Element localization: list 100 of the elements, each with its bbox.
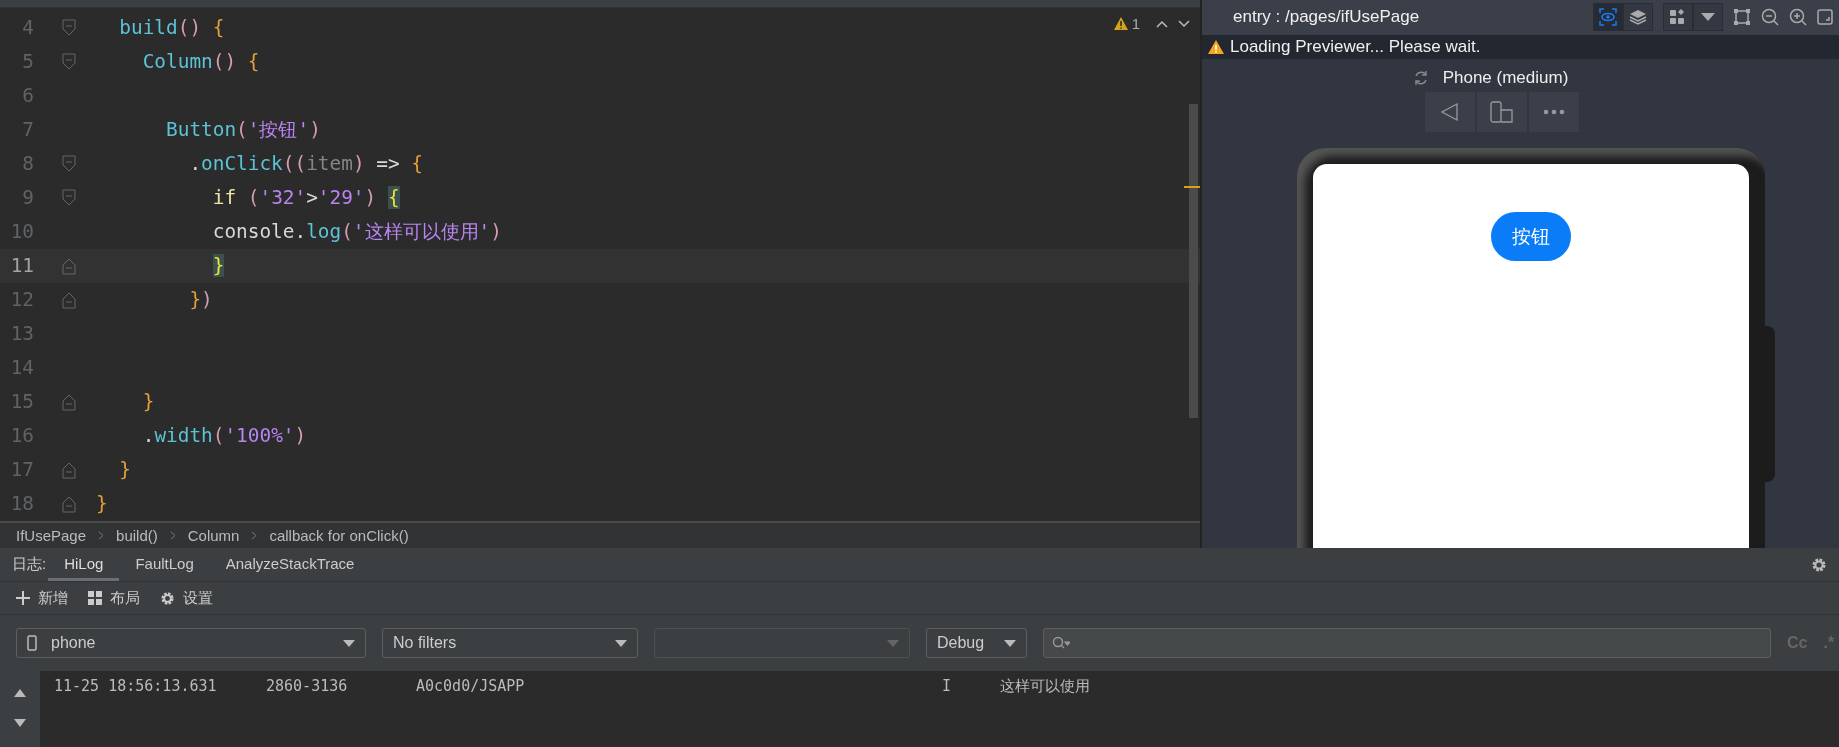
warning-icon xyxy=(1113,17,1128,30)
code-line: } xyxy=(96,492,108,516)
fold-icon[interactable] xyxy=(62,256,76,275)
inspector-button[interactable] xyxy=(1593,3,1623,32)
line-number: 4 xyxy=(21,16,34,40)
chevron-down-icon[interactable] xyxy=(1178,19,1190,28)
dropdown-button[interactable] xyxy=(1693,3,1723,32)
warning-message: Loading Previewer... Please wait. xyxy=(1230,36,1481,57)
code-line: if ('32'>'29') { xyxy=(211,186,400,210)
frame-icon[interactable] xyxy=(1733,8,1751,27)
devices-icon xyxy=(1489,101,1514,123)
layers-icon xyxy=(1629,8,1647,27)
fold-icon[interactable] xyxy=(62,494,76,513)
rotate-icon[interactable] xyxy=(1412,70,1429,87)
line-number: 10 xyxy=(9,220,34,244)
code-line: Button('按钮') xyxy=(165,117,321,144)
fit-screen-icon[interactable] xyxy=(1817,8,1833,27)
filter-dropdown[interactable]: No filters xyxy=(382,628,638,658)
code-line: } xyxy=(118,458,132,482)
fold-icon[interactable] xyxy=(62,460,76,479)
line-number: 9 xyxy=(21,186,34,210)
toolbar-button[interactable]: 新增 xyxy=(16,588,68,608)
caret-icon xyxy=(343,639,355,647)
warning-icon xyxy=(1208,39,1224,54)
caret-icon xyxy=(615,639,627,647)
settings-icon[interactable] xyxy=(1811,556,1827,573)
log-pid: 2860-3136 xyxy=(266,677,349,696)
settings-icon xyxy=(160,590,175,606)
line-number: 6 xyxy=(21,84,34,108)
toolbar-button[interactable]: 设置 xyxy=(160,588,213,608)
log-tab[interactable]: FaultLog xyxy=(119,548,210,581)
level-dropdown[interactable]: Debug xyxy=(926,628,1027,658)
more-button[interactable] xyxy=(1528,92,1579,132)
caret-icon xyxy=(1701,12,1715,23)
line-number: 7 xyxy=(21,118,34,142)
log-time: 11-25 18:56:13.631 xyxy=(53,677,218,696)
preview-title: entry : /pages/ifUsePage xyxy=(1233,7,1420,28)
scrollbar[interactable] xyxy=(1189,104,1198,418)
code-line: .onClick((item) => { xyxy=(188,152,423,176)
breadcrumb[interactable]: callback for onClick() xyxy=(269,526,409,544)
grid-icon xyxy=(88,591,102,605)
line-number: 5 xyxy=(21,50,34,74)
line-number: 16 xyxy=(9,424,34,448)
line-number: 12 xyxy=(9,288,34,312)
line-number: 11 xyxy=(9,254,34,278)
grid-icon xyxy=(1669,8,1687,27)
chevron-icon xyxy=(98,530,105,540)
line-number: 15 xyxy=(9,390,34,414)
device-name[interactable]: Phone (medium) xyxy=(1442,68,1569,89)
chevron-icon xyxy=(169,530,176,540)
log-tab[interactable]: HiLog xyxy=(48,548,120,581)
line-number: 13 xyxy=(9,322,34,346)
caret-icon xyxy=(887,639,899,647)
search-icon xyxy=(1052,636,1070,650)
breadcrumb[interactable]: Column xyxy=(187,526,240,544)
chevron-icon xyxy=(251,530,258,540)
plus-icon xyxy=(16,591,30,605)
warning-marker xyxy=(1184,186,1200,188)
fold-icon[interactable] xyxy=(62,290,76,309)
app-button[interactable]: 按钮 xyxy=(1491,212,1571,261)
code-line: Column() { xyxy=(141,50,260,74)
eye-icon xyxy=(1599,8,1617,27)
widget-button[interactable] xyxy=(1663,3,1693,32)
line-number: 18 xyxy=(9,492,34,516)
device-dropdown[interactable]: phone xyxy=(16,628,366,658)
device-button[interactable] xyxy=(1476,92,1527,132)
fold-icon[interactable] xyxy=(62,188,76,207)
zoom-in-icon[interactable] xyxy=(1789,8,1807,27)
code-line: build() { xyxy=(118,16,225,40)
zoom-out-icon[interactable] xyxy=(1761,8,1779,27)
log-tag: A0c0d0/JSAPP xyxy=(416,677,942,696)
line-number: 14 xyxy=(9,356,34,380)
caret-icon xyxy=(1004,639,1016,647)
search-field[interactable] xyxy=(1043,628,1771,658)
chevron-up-icon[interactable] xyxy=(1156,19,1168,28)
log-tab[interactable]: AnalyzeStackTrace xyxy=(209,548,371,581)
log-level: I xyxy=(942,677,953,696)
fold-icon[interactable] xyxy=(62,18,76,37)
code-line: console.log('这样可以使用') xyxy=(211,219,502,246)
scroll-down-icon[interactable] xyxy=(14,719,26,727)
scroll-up-icon[interactable] xyxy=(14,689,26,697)
log-label: 日志: xyxy=(12,555,47,574)
breadcrumb[interactable]: build() xyxy=(116,526,158,544)
triangle-icon xyxy=(1439,102,1460,122)
more-icon xyxy=(1542,109,1565,115)
layers-button[interactable] xyxy=(1623,3,1653,32)
phone-icon xyxy=(27,635,37,651)
code-line: } xyxy=(141,390,155,414)
toolbar-button[interactable]: 布局 xyxy=(88,588,140,608)
line-number: 17 xyxy=(9,458,34,482)
fold-icon[interactable] xyxy=(62,392,76,411)
back-button[interactable] xyxy=(1424,92,1475,132)
warning-count[interactable]: 1 xyxy=(1131,15,1140,32)
fold-icon[interactable] xyxy=(62,154,76,173)
log-message: 这样可以使用 xyxy=(1000,677,1090,696)
line-number: 8 xyxy=(21,152,34,176)
code-line: }) xyxy=(188,288,213,312)
fold-icon[interactable] xyxy=(62,52,76,71)
breadcrumb[interactable]: IfUsePage xyxy=(16,526,87,544)
code-line: .width('100%') xyxy=(141,424,307,448)
